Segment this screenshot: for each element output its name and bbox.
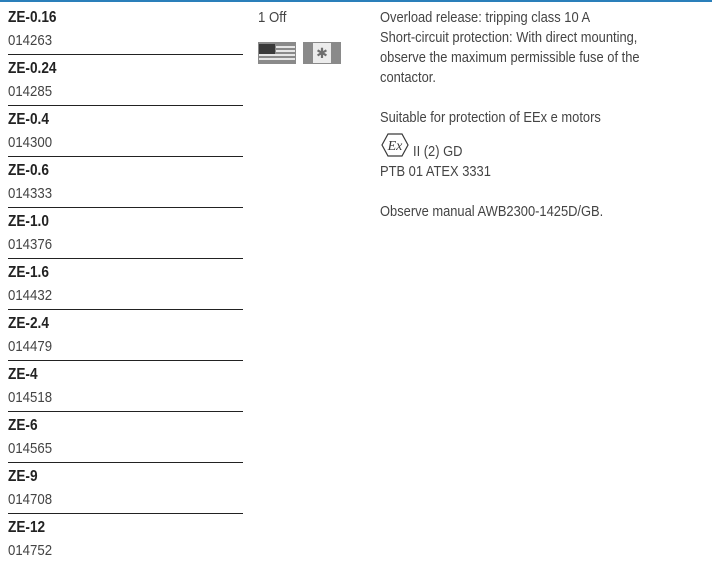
product-code: 014479 <box>8 338 53 355</box>
list-item: ZE-6 014565 <box>8 415 243 466</box>
product-name: ZE-1.0 <box>8 213 49 230</box>
description-column: Overload release: tripping class 10 A Sh… <box>380 8 710 222</box>
canada-flag-icon: ✱ <box>303 42 341 64</box>
ex-marking: Ex II (2) GD <box>380 133 710 162</box>
divider <box>8 156 243 157</box>
divider <box>8 360 243 361</box>
divider <box>8 513 243 514</box>
list-item: ZE-0.6 014333 <box>8 160 243 211</box>
product-name: ZE-0.4 <box>8 111 49 128</box>
description-line: Suitable for protection of EEx e motors <box>380 109 601 126</box>
product-code: 014285 <box>8 83 53 100</box>
quantity-column: 1 Off ✱ <box>258 8 341 64</box>
list-item: ZE-2.4 014479 <box>8 313 243 364</box>
description-line: Short-circuit protection: With direct mo… <box>380 29 638 46</box>
product-name: ZE-0.6 <box>8 162 49 179</box>
product-name: ZE-0.24 <box>8 60 57 77</box>
list-item: ZE-9 014708 <box>8 466 243 517</box>
ex-marking-icon: Ex <box>381 133 409 157</box>
product-code: 014300 <box>8 134 53 151</box>
product-code: 014376 <box>8 236 53 253</box>
description-line: observe the maximum permissible fuse of … <box>380 49 640 66</box>
quantity-label: 1 Off <box>258 9 287 26</box>
list-item: ZE-4 014518 <box>8 364 243 415</box>
product-code: 014263 <box>8 32 53 49</box>
description-line: Observe manual AWB2300-1425D/GB. <box>380 203 604 220</box>
product-code: 014333 <box>8 185 53 202</box>
list-item: ZE-1.6 014432 <box>8 262 243 313</box>
product-code: 014708 <box>8 491 53 508</box>
list-item: ZE-12 014752 <box>8 517 243 568</box>
approval-flags: ✱ <box>258 41 348 65</box>
product-name: ZE-12 <box>8 519 46 536</box>
product-name: ZE-4 <box>8 366 38 383</box>
divider <box>8 258 243 259</box>
product-name: ZE-0.16 <box>8 9 57 26</box>
product-name: ZE-1.6 <box>8 264 49 281</box>
list-item: ZE-1.0 014376 <box>8 211 243 262</box>
ex-symbol-text: Ex <box>387 139 404 154</box>
ex-category: II (2) GD <box>413 143 463 160</box>
product-code: 014565 <box>8 440 53 457</box>
divider <box>8 309 243 310</box>
top-accent-line <box>0 0 712 2</box>
description-line: Overload release: tripping class 10 A <box>380 9 591 26</box>
list-item: ZE-0.4 014300 <box>8 109 243 160</box>
product-code: 014752 <box>8 542 53 559</box>
us-flag-icon <box>258 42 296 64</box>
list-item: ZE-0.16 014263 <box>8 7 243 58</box>
divider <box>8 411 243 412</box>
divider <box>8 54 243 55</box>
product-list: ZE-0.16 014263 ZE-0.24 014285 ZE-0.4 014… <box>8 7 243 568</box>
description-line: PTB 01 ATEX 3331 <box>380 163 491 180</box>
product-name: ZE-9 <box>8 468 38 485</box>
divider <box>8 105 243 106</box>
divider <box>8 462 243 463</box>
product-name: ZE-6 <box>8 417 38 434</box>
list-item: ZE-0.24 014285 <box>8 58 243 109</box>
product-code: 014432 <box>8 287 53 304</box>
product-name: ZE-2.4 <box>8 315 49 332</box>
product-code: 014518 <box>8 389 53 406</box>
description-line: contactor. <box>380 69 436 86</box>
divider <box>8 207 243 208</box>
